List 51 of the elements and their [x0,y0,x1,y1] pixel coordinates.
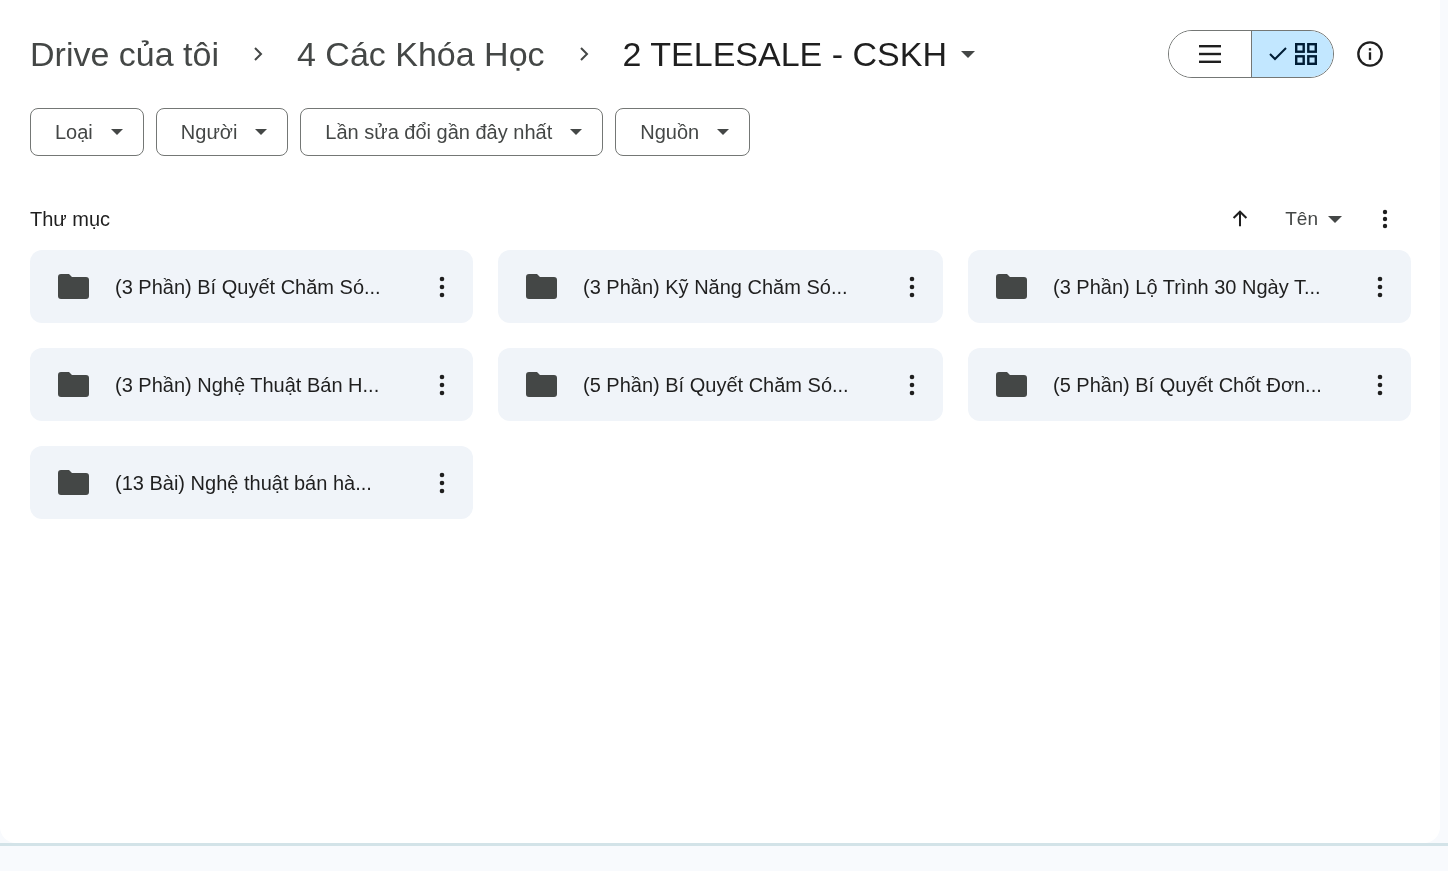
folder-card[interactable]: (3 Phần) Nghệ Thuật Bán H... [30,348,473,421]
filter-chip[interactable]: Loại [30,108,144,156]
filter-chip[interactable]: Người [155,108,289,156]
caret-icon [110,129,123,135]
more-icon[interactable] [439,275,445,298]
breadcrumb-item[interactable]: 4 Các Khóa Học [296,28,545,80]
filter-chip[interactable]: Nguồn [615,108,751,156]
sort-button[interactable]: Tên [1285,204,1342,234]
grid-icon [1294,43,1317,65]
caret-icon [960,50,975,58]
folder-icon [996,372,1027,397]
folder-icon [58,274,89,299]
breadcrumb-item[interactable]: Drive của tôi [30,28,219,80]
more-icon[interactable] [909,275,915,298]
folder-icon [996,274,1027,299]
folder-card[interactable]: (3 Phần) Kỹ Năng Chăm Só... [498,250,943,323]
folder-icon [526,372,557,397]
folder-icon [58,372,89,397]
caret-icon [1328,215,1342,223]
caret-icon [717,129,730,135]
folder-name: (5 Phần) Bí Quyết Chăm Só... [583,372,850,398]
folder-name: (3 Phần) Kỹ Năng Chăm Só... [583,274,849,300]
caret-icon [255,129,268,135]
breadcrumb-item[interactable]: 2 TELESALE - CSKH [622,28,975,80]
folder-card[interactable]: (13 Bài) Nghệ thuật bán hà... [30,446,473,519]
folder-name: (13 Bài) Nghệ thuật bán hà... [115,470,373,496]
folder-name: (3 Phần) Lộ Trình 30 Ngày T... [1053,274,1322,300]
grid-view-button[interactable] [1251,31,1333,77]
chevron-icon [252,46,263,62]
list-icon [1199,45,1221,63]
folder-icon [58,470,89,495]
more-icon[interactable] [909,373,915,396]
folder-card[interactable]: (3 Phần) Lộ Trình 30 Ngày T... [968,250,1411,323]
folder-icon [526,274,557,299]
more-icon[interactable] [439,471,445,494]
section-title: Thư mục [30,207,112,232]
more-icon[interactable] [1377,373,1383,396]
check-icon [1268,47,1287,61]
more-icon[interactable] [1382,209,1388,229]
folder-card[interactable]: (3 Phần) Bí Quyết Chăm Só... [30,250,473,323]
folder-card[interactable]: (5 Phần) Bí Quyết Chốt Đơn... [968,348,1411,421]
more-icon[interactable] [1377,275,1383,298]
caret-icon [570,129,583,135]
folder-name: (3 Phần) Nghệ Thuật Bán H... [115,372,381,398]
chevron-icon [578,46,589,62]
info-icon[interactable] [1356,40,1384,68]
folder-name: (3 Phần) Bí Quyết Chăm Só... [115,274,382,300]
folder-name: (5 Phần) Bí Quyết Chốt Đơn... [1053,372,1323,398]
filter-chip[interactable]: Lần sửa đổi gần đây nhất [300,108,604,156]
folder-card[interactable]: (5 Phần) Bí Quyết Chăm Só... [498,348,943,421]
more-icon[interactable] [439,373,445,396]
